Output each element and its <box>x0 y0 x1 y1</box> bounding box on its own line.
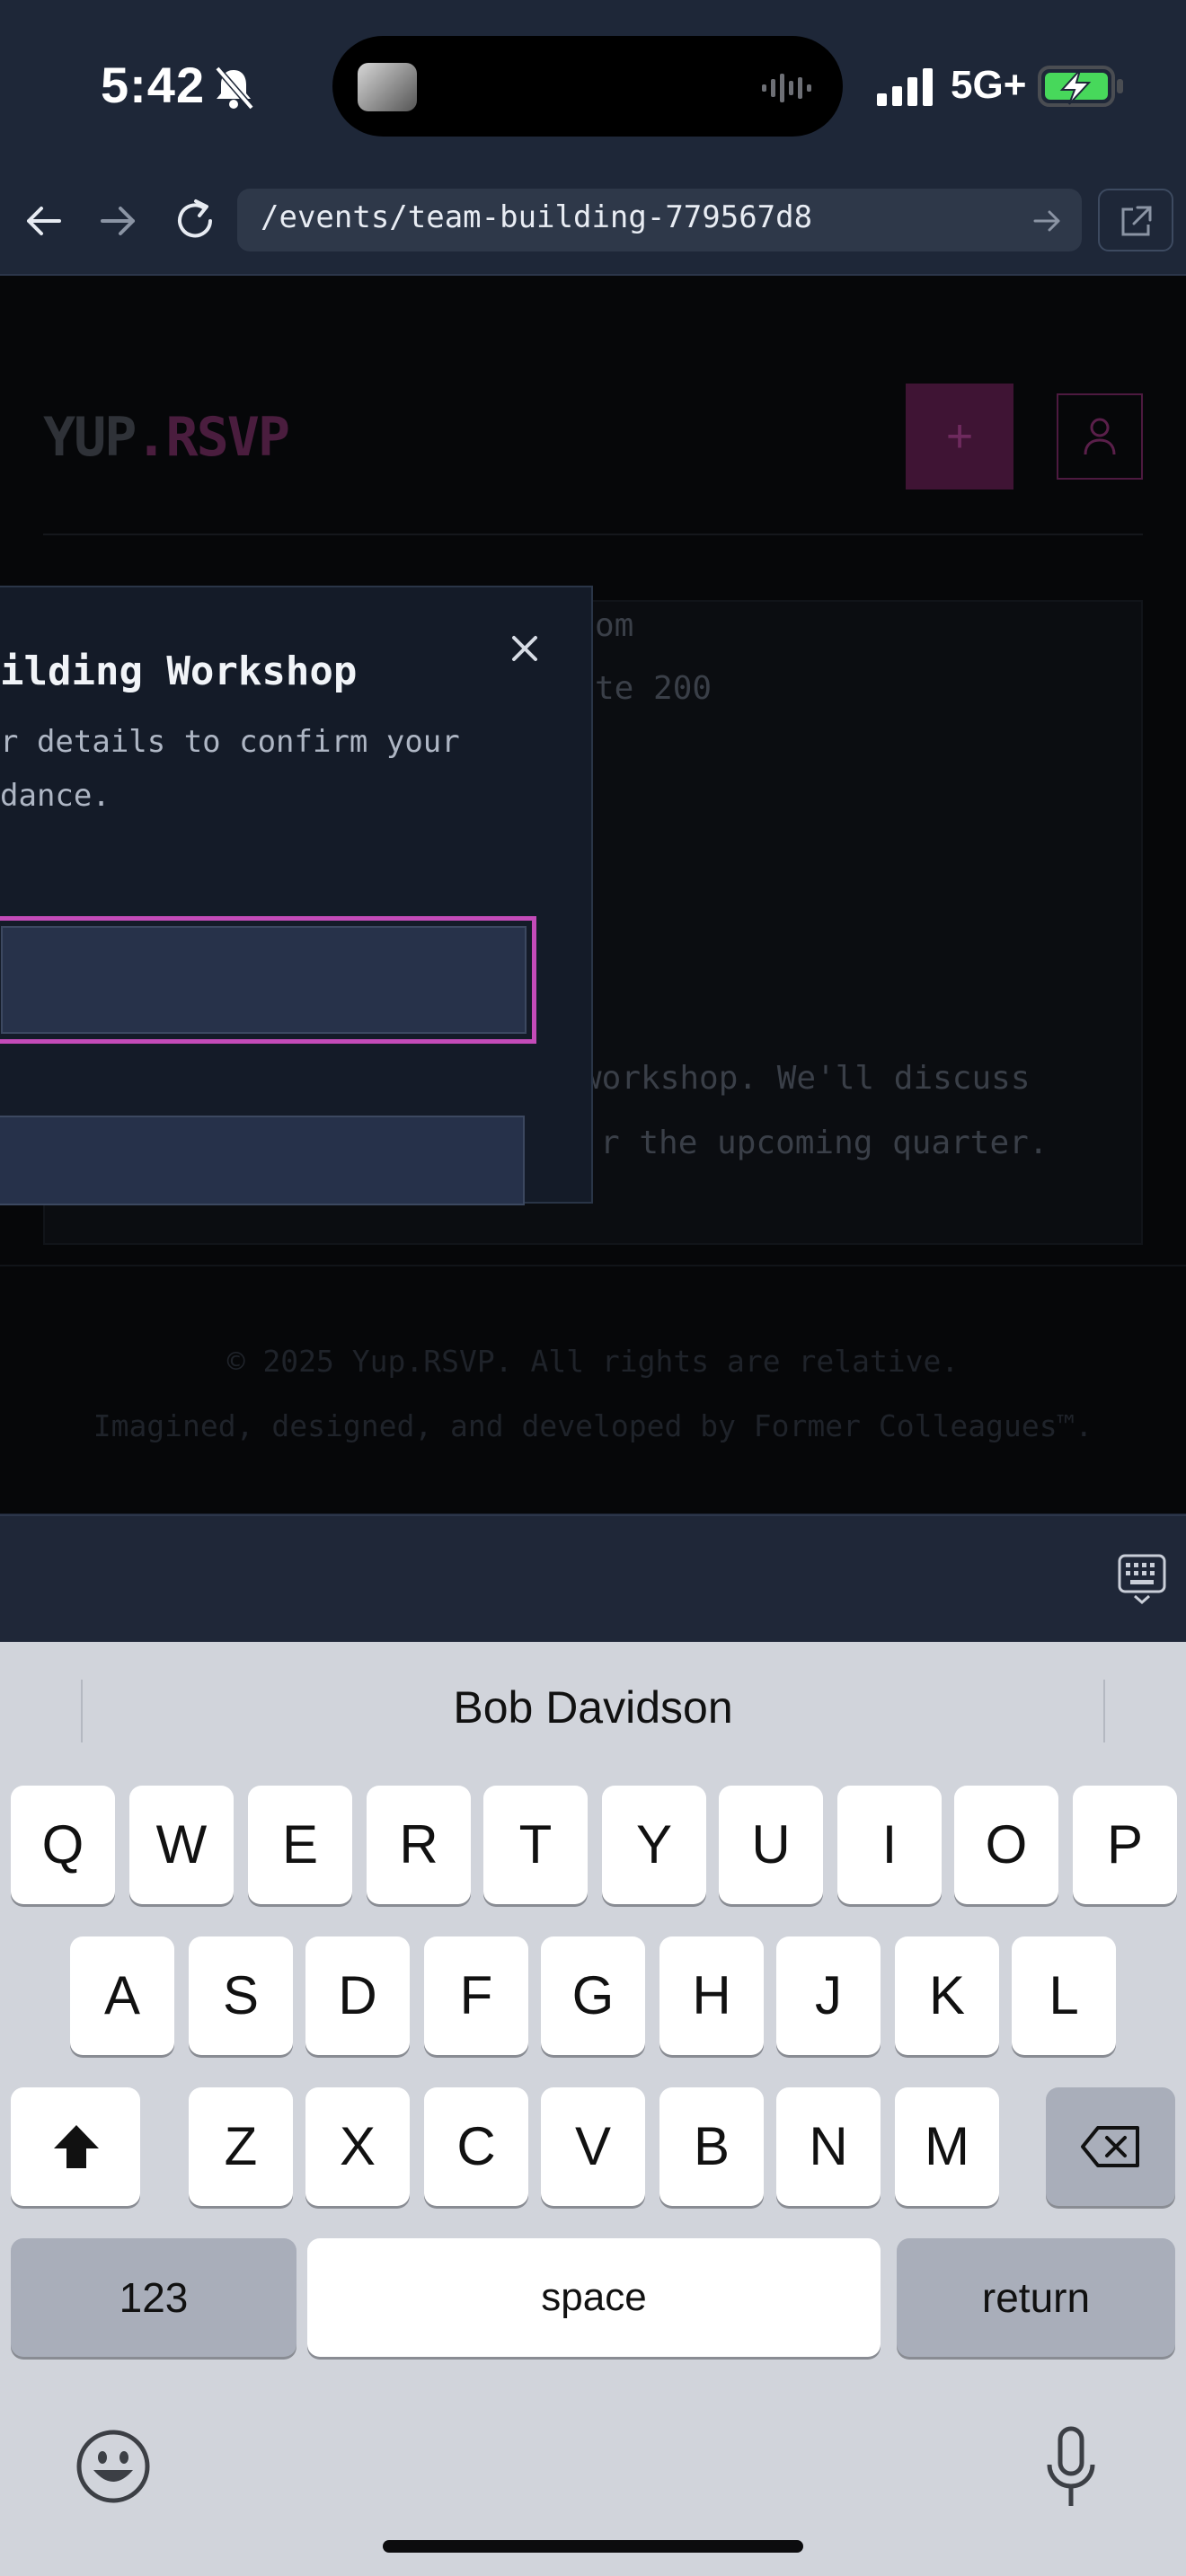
key-v[interactable]: V <box>541 2087 645 2206</box>
key-b[interactable]: B <box>659 2087 764 2206</box>
profile-button[interactable] <box>1057 393 1143 480</box>
key-h[interactable]: H <box>659 1936 764 2055</box>
key-j[interactable]: J <box>776 1936 881 2055</box>
close-icon <box>512 636 537 661</box>
go-arrow-icon[interactable] <box>1031 205 1064 237</box>
open-external-button[interactable] <box>1098 189 1173 251</box>
user-icon <box>1084 418 1116 455</box>
autofill-suggestion[interactable]: Bob Davidson <box>0 1681 1186 1734</box>
key-n[interactable]: N <box>776 2087 881 2206</box>
back-arrow-icon[interactable] <box>22 199 65 243</box>
logo-yup: YUP <box>43 406 137 469</box>
island-avatar <box>358 63 417 111</box>
backspace-icon <box>1081 2126 1139 2167</box>
event-description-line1: workshop. We'll discuss <box>582 1060 1031 1097</box>
logo-rsvp: .RSVP <box>135 406 290 469</box>
event-location-line2: te 200 <box>595 670 712 707</box>
key-f[interactable]: F <box>424 1936 528 2055</box>
key-d[interactable]: D <box>305 1936 410 2055</box>
footer-credits: Imagined, designed, and developed by For… <box>93 1408 1093 1443</box>
shift-arrow-icon <box>54 2125 99 2168</box>
key-g[interactable]: G <box>541 1936 645 2055</box>
key-k[interactable]: K <box>895 1936 999 2055</box>
footer-divider <box>0 1265 1186 1266</box>
event-description-line2: r the upcoming quarter. <box>600 1125 1049 1161</box>
microphone-icon[interactable] <box>1044 2425 1098 2511</box>
waveform-icon <box>762 74 811 102</box>
shift-key[interactable] <box>11 2087 140 2206</box>
event-location-line1: om <box>595 607 634 644</box>
name-input-focus-ring[interactable] <box>0 916 536 1044</box>
battery-charging-icon <box>1038 66 1123 107</box>
footer-copyright: © 2025 Yup.RSVP. All rights are relative… <box>226 1344 960 1379</box>
key-w[interactable]: W <box>129 1786 234 1904</box>
network-type: 5G+ <box>951 63 1027 107</box>
external-link-icon <box>1121 206 1152 236</box>
key-i[interactable]: I <box>837 1786 942 1904</box>
status-time: 5:42 <box>101 57 206 113</box>
key-c[interactable]: C <box>424 2087 528 2206</box>
modal-close-button[interactable] <box>507 631 543 666</box>
key-o[interactable]: O <box>954 1786 1058 1904</box>
forward-arrow-icon[interactable] <box>97 199 140 243</box>
reload-icon[interactable] <box>173 198 219 244</box>
email-input[interactable] <box>0 1116 525 1205</box>
signal-bars-icon <box>877 68 933 106</box>
key-x[interactable]: X <box>305 2087 410 2206</box>
modal-subtitle-line2: dance. <box>0 778 111 814</box>
key-t[interactable]: T <box>483 1786 588 1904</box>
key-m[interactable]: M <box>895 2087 999 2206</box>
add-icon: + <box>945 410 974 463</box>
key-u[interactable]: U <box>719 1786 823 1904</box>
key-z[interactable]: Z <box>189 2087 293 2206</box>
keyboard-dismiss-icon[interactable] <box>1118 1554 1166 1604</box>
keyboard-accessory-bar <box>0 1514 1186 1644</box>
numbers-key[interactable]: 123 <box>11 2238 296 2357</box>
modal-title: ilding Workshop <box>0 648 358 694</box>
bell-slash-icon <box>215 66 254 110</box>
key-p[interactable]: P <box>1073 1786 1177 1904</box>
key-e[interactable]: E <box>248 1786 352 1904</box>
key-a[interactable]: A <box>70 1936 174 2055</box>
space-key[interactable]: space <box>307 2238 881 2357</box>
emoji-icon[interactable] <box>75 2429 151 2504</box>
site-logo[interactable]: YUP.RSVP <box>43 406 290 469</box>
delete-key[interactable] <box>1046 2087 1175 2206</box>
name-input[interactable] <box>1 926 527 1034</box>
home-indicator <box>383 2540 803 2553</box>
return-key[interactable]: return <box>897 2238 1175 2357</box>
create-event-button[interactable]: + <box>906 384 1013 490</box>
key-r[interactable]: R <box>367 1786 471 1904</box>
key-q[interactable]: Q <box>11 1786 115 1904</box>
url-text[interactable]: /events/team-building-779567d8 <box>261 199 812 235</box>
modal-subtitle-line1: r details to confirm your <box>0 724 460 760</box>
key-y[interactable]: Y <box>602 1786 706 1904</box>
key-l[interactable]: L <box>1012 1936 1116 2055</box>
key-s[interactable]: S <box>189 1936 293 2055</box>
header-divider <box>43 534 1143 535</box>
